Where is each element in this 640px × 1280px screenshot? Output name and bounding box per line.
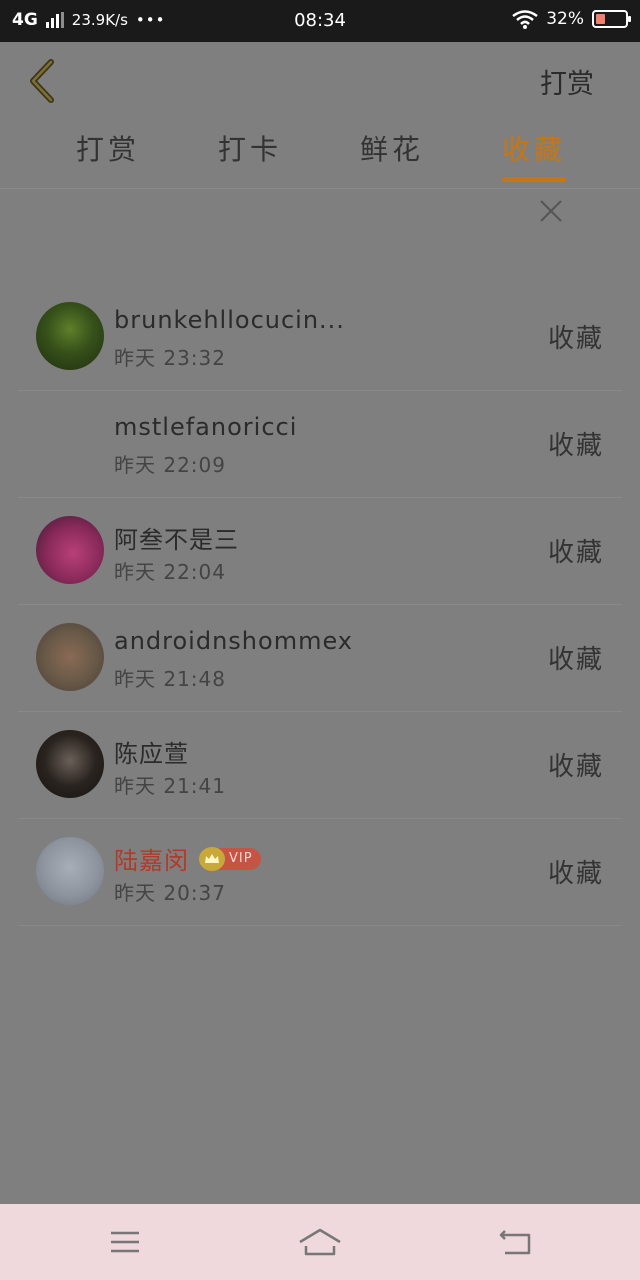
tab-checkin[interactable]: 打卡 — [218, 128, 282, 184]
reward-button[interactable]: 打赏 — [540, 62, 594, 101]
timestamp: 昨天 21:48 — [114, 667, 226, 691]
back-button[interactable] — [22, 56, 62, 106]
list-item[interactable]: androidnshommex 昨天 21:48 收藏 — [18, 605, 622, 712]
crown-icon — [199, 846, 225, 871]
tab-bar: 打赏 打卡 鲜花 收藏 — [0, 128, 640, 188]
favorite-label: 收藏 — [547, 859, 604, 889]
favorite-label: 收藏 — [547, 752, 604, 782]
active-tab-indicator — [502, 177, 567, 182]
avatar[interactable] — [36, 837, 104, 905]
avatar[interactable] — [36, 730, 104, 798]
back-nav-button[interactable] — [493, 1222, 537, 1262]
avatar[interactable] — [36, 409, 104, 477]
timestamp: 昨天 21:41 — [114, 774, 226, 798]
list-item[interactable]: 陆嘉闵 VIP 昨天 20:37 收藏 — [18, 819, 622, 926]
avatar[interactable] — [36, 302, 104, 370]
list-item[interactable]: 陈应萱 昨天 21:41 收藏 — [18, 712, 622, 819]
avatar[interactable] — [36, 623, 104, 691]
tab-favorites[interactable]: 收藏 — [502, 128, 567, 184]
list-item[interactable]: mstlefanoricci 昨天 22:09 收藏 — [18, 391, 622, 498]
menu-button[interactable] — [103, 1222, 147, 1262]
favorite-label: 收藏 — [547, 538, 604, 568]
username: 陈应萱 — [114, 740, 189, 768]
timestamp: 昨天 20:37 — [114, 881, 226, 905]
username: androidnshommex — [114, 627, 353, 655]
favorite-label: 收藏 — [547, 645, 604, 675]
navigation-bar — [0, 1204, 640, 1280]
battery-percent: 32% — [546, 9, 584, 29]
home-icon — [299, 1228, 341, 1256]
favorites-list: brunkehllocucin... 昨天 23:32 收藏 mstlefano… — [18, 284, 622, 926]
vip-badge: VIP — [199, 846, 261, 871]
chevron-left-icon — [30, 59, 54, 103]
username: 阿叁不是三 — [114, 526, 239, 554]
list-item[interactable]: brunkehllocucin... 昨天 23:32 收藏 — [18, 284, 622, 391]
home-button[interactable] — [298, 1222, 342, 1262]
battery-icon — [592, 10, 631, 28]
timestamp: 昨天 22:04 — [114, 560, 226, 584]
close-icon — [540, 200, 562, 222]
tab-reward[interactable]: 打赏 — [76, 128, 140, 184]
list-item[interactable]: 阿叁不是三 昨天 22:04 收藏 — [18, 498, 622, 605]
timestamp: 昨天 22:09 — [114, 453, 226, 477]
menu-icon — [111, 1231, 139, 1253]
favorite-label: 收藏 — [547, 324, 604, 354]
vip-label: VIP — [219, 847, 261, 870]
divider — [0, 188, 640, 189]
tab-flowers[interactable]: 鲜花 — [360, 128, 424, 184]
username: 陆嘉闵 VIP — [114, 841, 261, 876]
avatar[interactable] — [36, 516, 104, 584]
status-bar: 4G 23.9K/s ••• 08:34 32% — [0, 0, 640, 42]
timestamp: 昨天 23:32 — [114, 346, 226, 370]
return-icon — [499, 1230, 531, 1255]
close-button[interactable] — [536, 196, 566, 226]
username: brunkehllocucin... — [114, 306, 345, 334]
favorite-label: 收藏 — [547, 431, 604, 461]
username: mstlefanoricci — [114, 413, 298, 441]
wifi-icon — [512, 10, 538, 29]
